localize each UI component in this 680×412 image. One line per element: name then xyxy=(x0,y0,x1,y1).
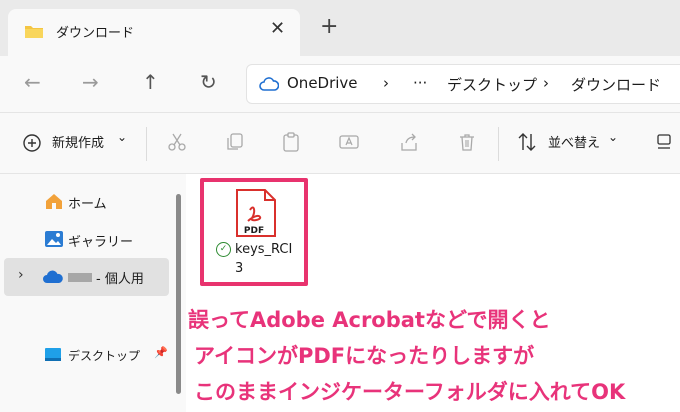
new-tab-button[interactable]: + xyxy=(320,14,338,39)
file-name-continued: 3 xyxy=(235,261,244,276)
file-name: keys_RCI xyxy=(235,242,293,257)
paste-icon[interactable] xyxy=(280,131,302,153)
pdf-label: PDF xyxy=(243,226,265,236)
close-tab-icon[interactable]: ✕ xyxy=(270,18,285,39)
annotation-line-2: アイコンがPDFになったりしますが xyxy=(194,344,535,368)
annotation-line-3: このままインジケーターフォルダに入れてOK xyxy=(194,380,626,404)
file-item-keys[interactable]: PDF ✓ keys_RCI 3 xyxy=(200,178,308,286)
share-icon[interactable] xyxy=(398,131,420,153)
back-button[interactable]: ← xyxy=(24,70,41,94)
pin-icon[interactable]: 📌 xyxy=(154,346,168,359)
expand-chevron-icon[interactable]: › xyxy=(18,267,24,283)
view-icon[interactable] xyxy=(654,131,676,153)
sync-status-icon: ✓ xyxy=(216,242,231,257)
breadcrumb-downloads[interactable]: ダウンロード xyxy=(571,74,661,95)
navigation-bar: ← → ↑ ↻ OneDrive › ··· デスクトップ › ダウンロード xyxy=(0,56,680,112)
annotation-line-1: 誤ってAdobe Acrobatなどで開くと xyxy=(188,308,551,332)
rename-icon[interactable] xyxy=(338,131,360,153)
forward-button[interactable]: → xyxy=(82,70,99,94)
tab-downloads[interactable]: ダウンロード ✕ xyxy=(8,9,300,56)
breadcrumb-separator[interactable]: › xyxy=(383,74,389,92)
onedrive-icon xyxy=(43,270,63,283)
sidebar-item-label: - 個人用 xyxy=(96,272,144,287)
redacted-username xyxy=(68,273,92,282)
sidebar-item-label: デスクトップ xyxy=(68,349,141,363)
desktop-icon xyxy=(45,348,61,361)
sort-button[interactable]: 並べ替え xyxy=(548,132,600,151)
address-bar[interactable]: OneDrive › ··· デスクトップ › ダウンロード xyxy=(246,64,680,104)
breadcrumb-ellipsis[interactable]: ··· xyxy=(413,74,427,92)
divider xyxy=(498,127,499,161)
breadcrumb-onedrive[interactable]: OneDrive xyxy=(287,74,358,92)
chevron-down-icon[interactable]: ⌄ xyxy=(608,130,618,144)
command-bar: 新規作成 ⌄ 並べ替え ⌄ xyxy=(0,112,680,174)
sidebar-item-onedrive-personal[interactable]: › - 個人用 xyxy=(4,258,169,296)
scrollbar[interactable] xyxy=(176,194,181,394)
chevron-down-icon[interactable]: ⌄ xyxy=(117,130,127,144)
cut-icon[interactable] xyxy=(166,131,188,153)
navigation-pane: ホーム ギャラリー › - 個人用 デスクトップ 📌 xyxy=(0,174,186,412)
refresh-button[interactable]: ↻ xyxy=(200,70,217,94)
breadcrumb-separator[interactable]: › xyxy=(543,74,549,92)
up-button[interactable]: ↑ xyxy=(142,70,159,94)
copy-icon[interactable] xyxy=(224,131,246,153)
home-icon xyxy=(46,194,62,209)
sort-icon[interactable] xyxy=(516,131,538,153)
plus-circle-icon[interactable] xyxy=(22,133,42,153)
delete-icon[interactable] xyxy=(456,131,478,153)
folder-icon xyxy=(25,26,43,38)
cloud-icon xyxy=(259,77,279,91)
new-button[interactable]: 新規作成 xyxy=(52,132,104,151)
tab-bar: ダウンロード ✕ + xyxy=(0,0,680,56)
divider xyxy=(146,127,147,161)
sidebar-item-label: ギャラリー xyxy=(68,235,134,250)
breadcrumb-desktop[interactable]: デスクトップ xyxy=(447,74,537,95)
tab-title: ダウンロード xyxy=(56,26,135,41)
sidebar-item-label: ホーム xyxy=(68,197,107,212)
gallery-icon xyxy=(45,231,63,247)
